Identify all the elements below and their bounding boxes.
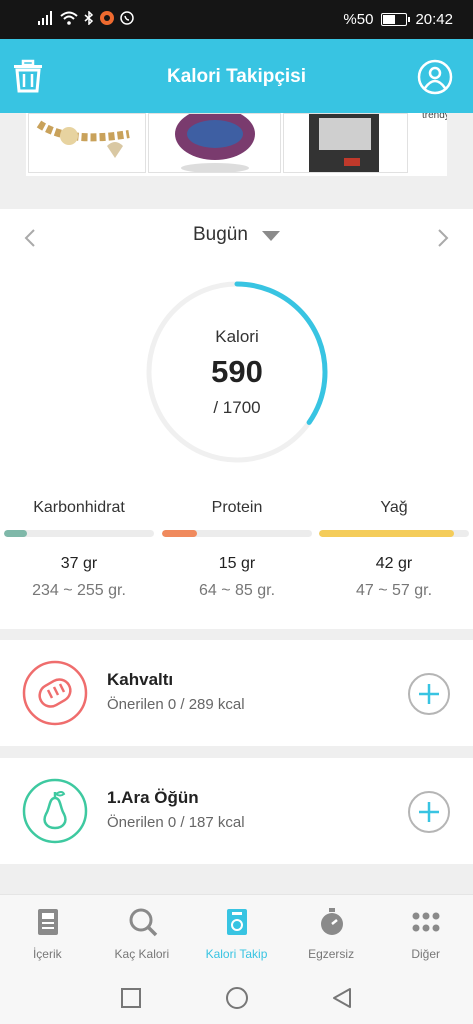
add-breakfast-button[interactable] <box>407 672 451 716</box>
silver-bar-image <box>309 114 379 172</box>
macro-range: 47 ~ 57 gr. <box>355 582 433 599</box>
macro-name: Yağ <box>380 499 408 516</box>
ring-image <box>175 114 255 172</box>
ad-product-ring[interactable] <box>148 113 281 173</box>
status-icons-right: %50 20:42 <box>343 11 453 28</box>
ad-banner[interactable]: trendyol <box>26 113 447 176</box>
nav-tab-exercise[interactable]: Egzersiz <box>284 895 379 973</box>
macro-name: Karbonhidrat <box>33 499 125 516</box>
macro-progress-fill <box>4 530 27 537</box>
chevron-left-icon[interactable] <box>20 227 42 249</box>
back-triangle-icon[interactable] <box>330 986 354 1010</box>
macro-progress-bar <box>4 530 154 537</box>
bread-icon <box>22 660 88 726</box>
ad-product-bracelet[interactable] <box>28 113 146 173</box>
bracelet-image <box>36 120 130 158</box>
nav-tab-calorie-tracker[interactable]: Kalori Takip <box>189 895 284 973</box>
whatsapp-icon <box>120 11 134 25</box>
macro-range: 64 ~ 85 gr. <box>198 582 276 599</box>
macro-progress-fill <box>319 530 454 537</box>
status-icons-left <box>38 11 134 25</box>
ad-brand-label: trendyol <box>422 113 447 121</box>
meal-card-snack-1[interactable]: 1.Ara Öğün Önerilen 0 / 187 kcal <box>0 758 473 864</box>
status-bar: %50 20:42 <box>0 0 473 39</box>
macro-name: Protein <box>211 499 263 516</box>
pear-icon <box>22 778 88 844</box>
battery-icon <box>381 13 411 26</box>
caret-down-icon[interactable] <box>262 231 280 241</box>
signal-icon <box>38 11 52 25</box>
macro-progress-bar <box>319 530 469 537</box>
nav-label: Egzersiz <box>308 947 355 961</box>
macro-fat: Yağ 42 gr 47 ~ 57 gr. <box>319 499 469 600</box>
app-title: Kalori Takipçisi <box>166 66 307 87</box>
grid-dots-icon <box>412 912 440 932</box>
macro-carbs: Karbonhidrat 37 gr 234 ~ 255 gr. <box>4 499 154 600</box>
macro-progress-fill <box>162 530 197 537</box>
calorie-value: 590 <box>211 354 263 389</box>
system-navigation-bar <box>0 972 473 1024</box>
wifi-icon <box>60 11 78 25</box>
nav-label: Diğer <box>411 947 441 961</box>
add-snack-button[interactable] <box>407 790 451 834</box>
macro-value: 37 gr <box>60 555 98 572</box>
nav-tab-more[interactable]: Diğer <box>378 895 473 973</box>
macro-value: 15 gr <box>218 555 256 572</box>
calorie-goal: / 1700 <box>213 398 261 417</box>
nav-label: Kaç Kalori <box>114 947 170 961</box>
date-navigator: Bugün <box>0 223 473 251</box>
nav-tab-calorie-search[interactable]: Kaç Kalori <box>95 895 190 973</box>
macro-progress-bar <box>162 530 312 537</box>
battery-percent: %50 <box>343 11 374 28</box>
stopwatch-icon <box>320 908 343 935</box>
user-profile-icon[interactable] <box>417 59 453 95</box>
recents-square-icon[interactable] <box>119 986 143 1010</box>
nav-tab-content[interactable]: İçerik <box>0 895 95 973</box>
meal-subtitle: Önerilen 0 / 187 kcal <box>107 814 245 831</box>
macro-range: 234 ~ 255 gr. <box>32 582 126 599</box>
meal-card-breakfast[interactable]: Kahvaltı Önerilen 0 / 289 kcal <box>0 640 473 746</box>
bottom-navigation: İçerik Kaç Kalori Kalori Takip Egzersiz … <box>0 894 473 972</box>
meal-title: 1.Ara Öğün <box>107 788 199 807</box>
nav-label: Kalori Takip <box>205 947 268 961</box>
calorie-label: Kalori <box>215 327 259 346</box>
app-notification-icon <box>100 11 114 25</box>
macro-protein: Protein 15 gr 64 ~ 85 gr. <box>162 499 312 600</box>
chevron-right-icon[interactable] <box>431 227 453 249</box>
clock: 20:42 <box>415 11 453 28</box>
nav-label: İçerik <box>32 947 62 961</box>
date-label[interactable]: Bugün <box>193 224 248 246</box>
search-icon <box>129 908 157 937</box>
bluetooth-icon <box>84 11 94 25</box>
daily-summary-card: Bugün Kalori 590 / 1700 Karbonhidrat 37 … <box>0 209 473 629</box>
article-icon <box>38 909 58 935</box>
macro-value: 42 gr <box>375 555 413 572</box>
app-bar: Kalori Takipçisi <box>0 39 473 113</box>
ad-product-silver-bar[interactable] <box>283 113 408 173</box>
meal-subtitle: Önerilen 0 / 289 kcal <box>107 696 245 713</box>
meal-title: Kahvaltı <box>107 670 174 689</box>
scale-icon <box>227 909 248 935</box>
home-circle-icon[interactable] <box>225 986 249 1010</box>
